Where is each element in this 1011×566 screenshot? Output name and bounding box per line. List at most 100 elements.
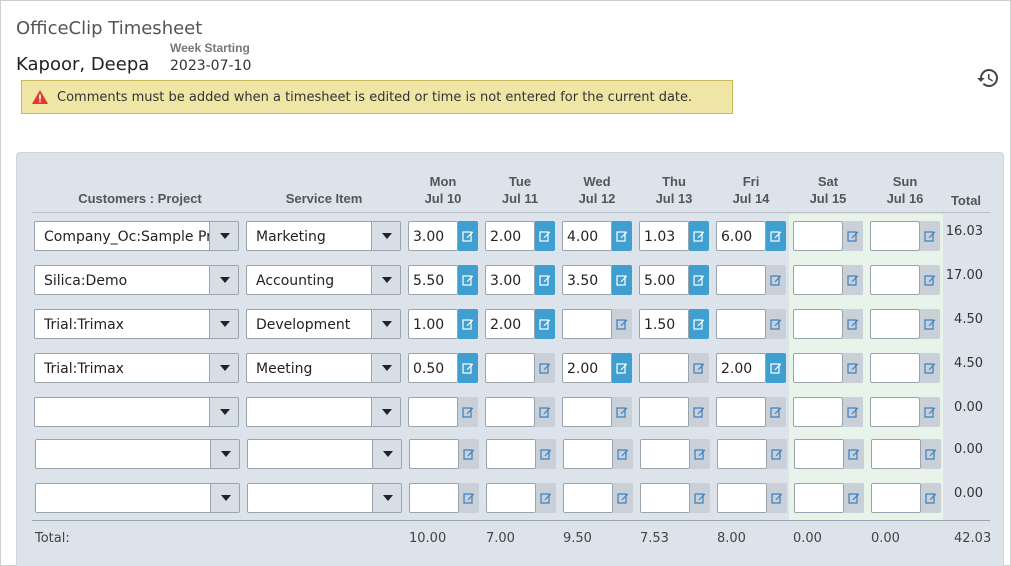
hours-input-sun[interactable] <box>871 483 921 513</box>
comment-button[interactable] <box>535 397 555 427</box>
hours-input-fri[interactable]: 6.00 <box>716 221 766 251</box>
hours-input-wed[interactable]: 3.50 <box>562 265 612 295</box>
comment-button[interactable] <box>767 439 787 469</box>
hours-input-sun[interactable] <box>870 309 920 339</box>
comment-button[interactable] <box>843 353 863 383</box>
dropdown-arrow-icon[interactable] <box>371 310 400 338</box>
comment-button[interactable] <box>612 221 632 251</box>
comment-button[interactable] <box>766 221 786 251</box>
comment-button[interactable] <box>766 353 786 383</box>
service-item-select[interactable]: Development <box>246 309 401 339</box>
hours-input-thu[interactable] <box>640 439 690 469</box>
hours-input-sun[interactable] <box>870 265 920 295</box>
hours-input-wed[interactable] <box>563 483 613 513</box>
dropdown-arrow-icon[interactable] <box>372 440 401 468</box>
hours-input-mon[interactable]: 3.00 <box>408 221 458 251</box>
hours-input-mon[interactable] <box>409 439 459 469</box>
hours-input-thu[interactable]: 5.00 <box>639 265 689 295</box>
comment-button[interactable] <box>843 265 863 295</box>
hours-input-wed[interactable] <box>562 309 612 339</box>
comment-button[interactable] <box>844 439 864 469</box>
hours-input-thu[interactable] <box>640 483 690 513</box>
comment-button[interactable] <box>843 397 863 427</box>
hours-input-sat[interactable] <box>793 353 843 383</box>
hours-input-thu[interactable]: 1.50 <box>639 309 689 339</box>
comment-button[interactable] <box>459 483 479 513</box>
hours-input-fri[interactable] <box>716 309 766 339</box>
comment-button[interactable] <box>458 353 478 383</box>
hours-input-tue[interactable] <box>485 353 535 383</box>
hours-input-fri[interactable] <box>717 439 767 469</box>
hours-input-tue[interactable]: 2.00 <box>485 309 535 339</box>
comment-button[interactable] <box>459 439 479 469</box>
comment-button[interactable] <box>458 265 478 295</box>
comment-button[interactable] <box>766 397 786 427</box>
comment-button[interactable] <box>689 221 709 251</box>
comment-button[interactable] <box>766 265 786 295</box>
hours-input-mon[interactable] <box>409 483 459 513</box>
hours-input-sat[interactable] <box>793 221 843 251</box>
comment-button[interactable] <box>689 397 709 427</box>
project-select[interactable]: Trial:Trimax <box>34 309 239 339</box>
hours-input-fri[interactable]: 2.00 <box>716 353 766 383</box>
dropdown-arrow-icon[interactable] <box>210 440 239 468</box>
hours-input-mon[interactable]: 5.50 <box>408 265 458 295</box>
service-item-select[interactable]: Marketing <box>246 221 401 251</box>
hours-input-sun[interactable] <box>871 439 921 469</box>
hours-input-sat[interactable] <box>793 265 843 295</box>
project-select[interactable]: Company_Oc:Sample Pr... <box>34 221 239 251</box>
comment-button[interactable] <box>689 265 709 295</box>
comment-button[interactable] <box>844 483 864 513</box>
comment-button[interactable] <box>535 265 555 295</box>
hours-input-wed[interactable]: 4.00 <box>562 221 612 251</box>
comment-button[interactable] <box>613 483 633 513</box>
hours-input-mon[interactable]: 0.50 <box>408 353 458 383</box>
comment-button[interactable] <box>536 439 556 469</box>
comment-button[interactable] <box>612 397 632 427</box>
hours-input-sat[interactable] <box>794 439 844 469</box>
comment-button[interactable] <box>535 221 555 251</box>
comment-button[interactable] <box>920 353 940 383</box>
dropdown-arrow-icon[interactable] <box>372 484 401 512</box>
comment-button[interactable] <box>612 353 632 383</box>
comment-button[interactable] <box>920 397 940 427</box>
hours-input-fri[interactable] <box>716 397 766 427</box>
comment-button[interactable] <box>767 483 787 513</box>
hours-input-tue[interactable]: 2.00 <box>485 221 535 251</box>
dropdown-arrow-icon[interactable] <box>209 354 238 382</box>
comment-button[interactable] <box>690 439 710 469</box>
comment-button[interactable] <box>920 265 940 295</box>
comment-button[interactable] <box>921 483 941 513</box>
project-select[interactable] <box>34 397 239 427</box>
comment-button[interactable] <box>920 309 940 339</box>
comment-button[interactable] <box>920 221 940 251</box>
comment-button[interactable] <box>535 353 555 383</box>
comment-button[interactable] <box>612 265 632 295</box>
dropdown-arrow-icon[interactable] <box>371 398 400 426</box>
hours-input-sun[interactable] <box>870 221 920 251</box>
dropdown-arrow-icon[interactable] <box>371 222 400 250</box>
hours-input-fri[interactable] <box>716 265 766 295</box>
dropdown-arrow-icon[interactable] <box>209 310 238 338</box>
history-icon[interactable] <box>976 66 1000 90</box>
hours-input-sun[interactable] <box>870 397 920 427</box>
service-item-select[interactable] <box>247 439 402 469</box>
hours-input-sat[interactable] <box>793 397 843 427</box>
comment-button[interactable] <box>843 309 863 339</box>
comment-button[interactable] <box>536 483 556 513</box>
project-select[interactable]: Trial:Trimax <box>34 353 239 383</box>
hours-input-tue[interactable]: 3.00 <box>485 265 535 295</box>
dropdown-arrow-icon[interactable] <box>371 354 400 382</box>
service-item-select[interactable]: Accounting <box>246 265 401 295</box>
hours-input-wed[interactable] <box>563 439 613 469</box>
service-item-select[interactable]: Meeting <box>246 353 401 383</box>
comment-button[interactable] <box>843 221 863 251</box>
comment-button[interactable] <box>689 353 709 383</box>
comment-button[interactable] <box>535 309 555 339</box>
comment-button[interactable] <box>921 439 941 469</box>
service-item-select[interactable] <box>247 483 402 513</box>
hours-input-sat[interactable] <box>794 483 844 513</box>
project-select[interactable] <box>35 439 240 469</box>
hours-input-tue[interactable] <box>486 483 536 513</box>
project-select[interactable]: Silica:Demo <box>34 265 239 295</box>
